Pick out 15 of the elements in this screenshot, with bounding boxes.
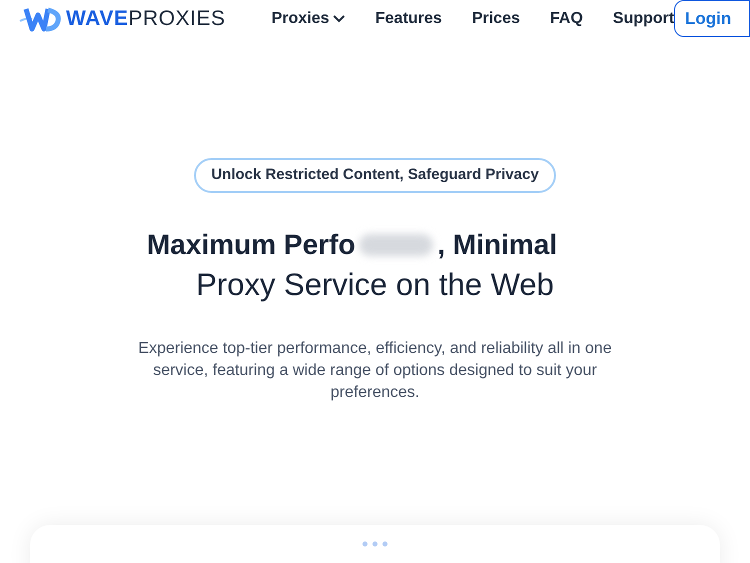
hero-title: Maximum Perfo [146, 228, 356, 262]
hero-title: , Minimal [437, 228, 558, 262]
nav-menu[interactable]: Proxies [271, 6, 346, 30]
login-button[interactable]: Login [674, 0, 750, 37]
nav-link[interactable]: Features [375, 6, 442, 30]
brand-name[interactable]: WAVEPROXIES [66, 2, 226, 34]
chevron-down-icon [333, 14, 346, 22]
dots-icon [362, 541, 388, 547]
nav-link[interactable]: Support [612, 6, 674, 30]
nav-link[interactable]: FAQ [550, 6, 583, 30]
wave-logo-icon [18, 4, 62, 32]
hero-title: Proxy Service on the Web [196, 266, 554, 304]
hero-description: Experience top-tier performance, efficiency, and reliability all in one service, featuring a wide range of options designed to suit your preferences. [137, 339, 613, 403]
nav-link[interactable]: Prices [472, 6, 520, 30]
tagline-badge: Unlock Restricted Content, Safeguard Privacy [194, 158, 556, 192]
